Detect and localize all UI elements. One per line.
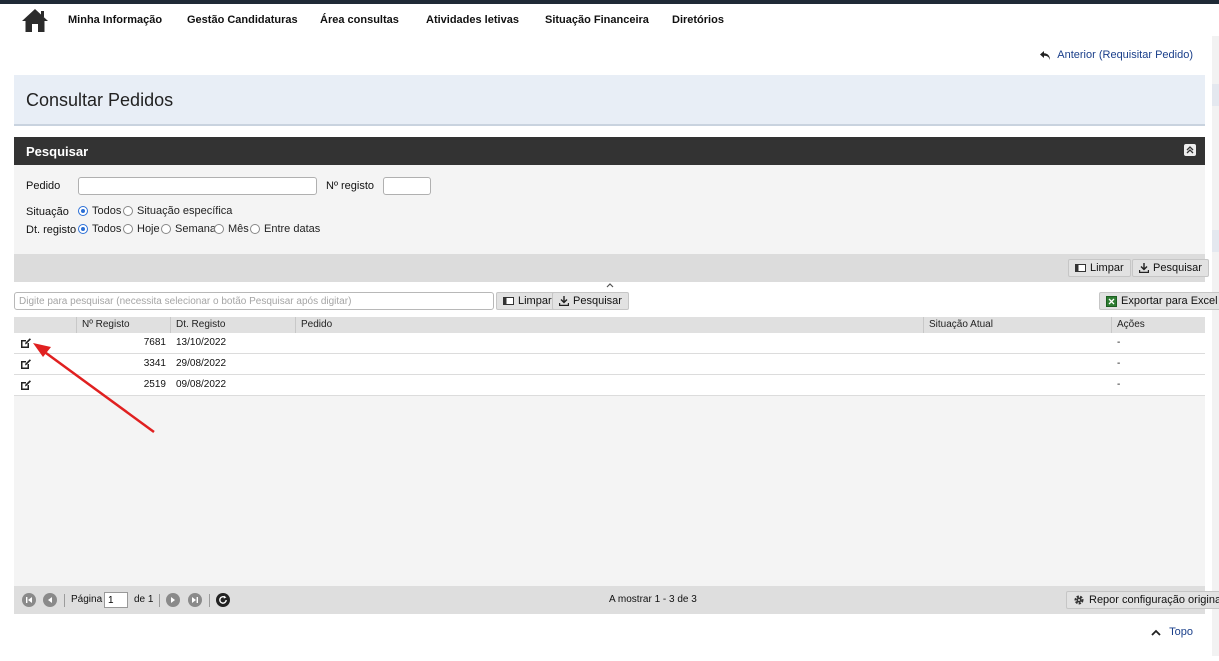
col-pedido[interactable]: Pedido	[301, 319, 332, 330]
download-icon	[1139, 263, 1149, 273]
table-row[interactable]: 2519 09/08/2022 -	[14, 375, 1205, 396]
back-link[interactable]: Anterior (Requisitar Pedido)	[1039, 49, 1193, 61]
search-filters: Pedido Nº registo Situação Todos Situaçã…	[14, 165, 1205, 254]
table-row[interactable]: 7681 13/10/2022 -	[14, 333, 1205, 354]
search-panel-title: Pesquisar	[26, 144, 89, 159]
top-link-label: Topo	[1169, 626, 1193, 638]
nav-atividades-letivas[interactable]: Atividades letivas	[426, 14, 519, 26]
table-row[interactable]: 3341 29/08/2022 -	[14, 354, 1205, 375]
nav-situacao-financeira[interactable]: Situação Financeira	[545, 14, 649, 26]
next-page-button[interactable]	[166, 593, 180, 607]
situacao-label: Situação	[26, 206, 69, 218]
table-header: Nº Registo Dt. Registo Pedido Situação A…	[14, 317, 1205, 333]
situacao-todos-radio[interactable]: Todos	[78, 205, 121, 217]
dt-mes-radio[interactable]: Mês	[214, 223, 249, 235]
side-scroll-strip[interactable]	[1212, 36, 1219, 656]
refresh-button[interactable]	[216, 593, 230, 607]
cell-registo: 3341	[143, 358, 166, 369]
filter-clear-button[interactable]: Limpar	[1068, 259, 1131, 277]
grid-search-input[interactable]	[14, 292, 494, 310]
home-icon	[22, 9, 48, 32]
excel-icon	[1106, 295, 1117, 307]
back-to-top-link[interactable]: Topo	[1151, 626, 1193, 638]
next-page-icon	[171, 597, 175, 603]
download-icon	[559, 296, 569, 306]
cell-acoes: -	[1117, 379, 1121, 390]
gear-icon	[1074, 595, 1084, 605]
pedido-label: Pedido	[26, 180, 61, 192]
dt-hoje-radio[interactable]: Hoje	[123, 223, 160, 235]
nav-gestao-candidaturas[interactable]: Gestão Candidaturas	[187, 14, 298, 26]
grid-search-button[interactable]: Pesquisar	[552, 292, 629, 310]
home-button[interactable]	[14, 4, 56, 36]
first-page-button[interactable]	[22, 593, 36, 607]
registo-label: Nº registo	[326, 180, 375, 192]
col-dt-registo[interactable]: Dt. Registo	[176, 319, 225, 330]
page-title: Consultar Pedidos	[26, 90, 174, 110]
pagination-bar: Página de 1 A mostrar 1 - 3 de 3 Repor c…	[14, 586, 1219, 614]
chevron-up-icon	[606, 283, 614, 288]
undo-arrow-icon	[1040, 50, 1051, 60]
cell-registo: 2519	[143, 379, 166, 390]
grid-clear-button[interactable]: Limpar	[496, 292, 559, 310]
results-table: Nº Registo Dt. Registo Pedido Situação A…	[14, 317, 1205, 586]
nav-area-consultas[interactable]: Área consultas	[320, 14, 399, 26]
prev-page-icon	[48, 597, 52, 603]
back-link-label: Anterior (Requisitar Pedido)	[1057, 49, 1193, 61]
col-situacao-atual[interactable]: Situação Atual	[929, 319, 993, 330]
cell-dt-registo: 29/08/2022	[176, 358, 227, 369]
cell-dt-registo: 09/08/2022	[176, 379, 227, 390]
pedido-input[interactable]	[78, 177, 317, 195]
prev-page-button[interactable]	[43, 593, 57, 607]
col-acoes[interactable]: Ações	[1117, 319, 1145, 330]
dt-registo-label: Dt. registo	[26, 224, 77, 236]
export-excel-button[interactable]: Exportar para Excel	[1099, 292, 1219, 310]
eraser-icon	[1075, 264, 1086, 272]
search-panel-header: Pesquisar	[14, 137, 1205, 165]
dt-entre-datas-radio[interactable]: Entre datas	[250, 223, 320, 235]
page-label: Página	[71, 594, 103, 605]
top-navigation: Minha Informação Gestão Candidaturas Áre…	[14, 4, 1205, 36]
first-page-icon	[26, 597, 32, 603]
cell-dt-registo: 13/10/2022	[176, 337, 227, 348]
splitter-handle[interactable]	[598, 283, 622, 289]
situacao-especifica-radio[interactable]: Situação específica	[123, 205, 232, 217]
dt-todos-radio[interactable]: Todos	[78, 223, 121, 235]
col-registo[interactable]: Nº Registo	[82, 319, 130, 330]
records-summary: A mostrar 1 - 3 de 3	[609, 594, 697, 605]
page-header: Consultar Pedidos	[14, 75, 1205, 126]
cell-acoes: -	[1117, 358, 1121, 369]
reset-config-button[interactable]: Repor configuração original	[1066, 591, 1219, 609]
collapse-button[interactable]	[1184, 144, 1196, 156]
last-page-button[interactable]	[188, 593, 202, 607]
registo-input[interactable]	[383, 177, 431, 195]
cell-registo: 7681	[143, 337, 166, 348]
search-actions-bar: Limpar Pesquisar	[14, 254, 1209, 282]
nav-diretorios[interactable]: Diretórios	[672, 14, 724, 26]
page-number-input[interactable]	[104, 592, 128, 608]
nav-minha-informacao[interactable]: Minha Informação	[68, 14, 162, 26]
last-page-icon	[192, 597, 198, 603]
page-count-label: de 1	[134, 594, 154, 605]
refresh-icon	[219, 595, 227, 604]
dt-semana-radio[interactable]: Semana	[161, 223, 216, 235]
chevron-up-double-icon	[1186, 146, 1194, 154]
eraser-icon	[503, 297, 514, 305]
chevron-up-icon	[1151, 629, 1161, 636]
cell-acoes: -	[1117, 337, 1121, 348]
filter-search-button[interactable]: Pesquisar	[1132, 259, 1209, 277]
